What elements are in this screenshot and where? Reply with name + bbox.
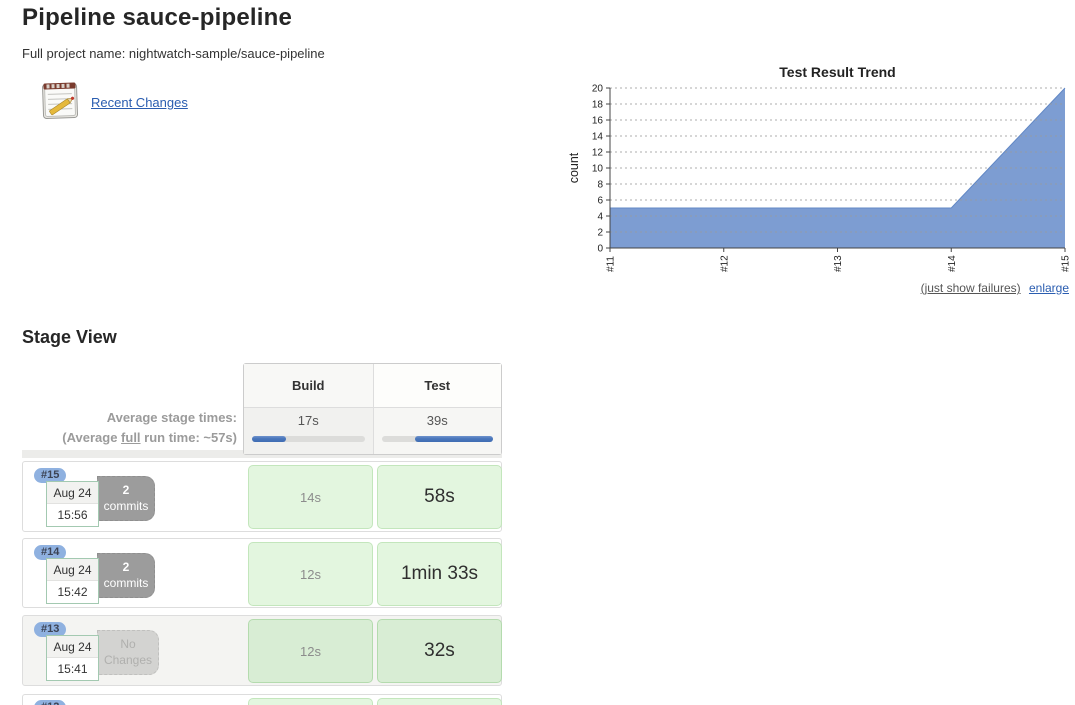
build-row-13: #13 Aug 24 15:41 No Changes 12s 32s <box>22 615 502 686</box>
svg-text:6: 6 <box>597 196 603 207</box>
build-row-12: #12 <box>22 694 502 705</box>
build-date: Aug 24 <box>47 559 98 581</box>
svg-text:#15: #15 <box>1061 255 1071 272</box>
build-time: 15:41 <box>47 658 98 680</box>
svg-text:16: 16 <box>592 116 604 127</box>
svg-text:#12: #12 <box>719 255 730 272</box>
svg-text:Test Result Trend: Test Result Trend <box>779 64 895 80</box>
stage-cell-test[interactable]: 32s <box>377 619 502 683</box>
stage-column-test: Test 39s <box>373 364 502 454</box>
average-stage-times-line1: Average stage times: <box>22 408 237 428</box>
build-time: 15:42 <box>47 581 98 603</box>
stage-column-build-label: Build <box>244 364 373 408</box>
stage-view-heading: Stage View <box>22 327 117 348</box>
enlarge-link[interactable]: enlarge <box>1029 281 1069 295</box>
average-full-run-time-line2: (Average full run time: ~57s) <box>22 428 237 448</box>
notepad-icon <box>38 79 83 126</box>
svg-text:4: 4 <box>597 212 603 223</box>
stage-header: Build 17s Test 39s <box>243 363 502 455</box>
svg-text:2: 2 <box>597 228 603 239</box>
build-average-time: 17s <box>244 413 373 428</box>
svg-text:8: 8 <box>597 180 603 191</box>
commits-box[interactable]: 2 commits <box>97 476 155 521</box>
stage-cell-build[interactable]: 14s <box>248 465 373 529</box>
svg-text:18: 18 <box>592 100 604 111</box>
just-show-failures-link[interactable]: (just show failures) <box>921 281 1021 295</box>
stage-view-table: Build 17s Test 39s Average stage times: … <box>22 363 502 705</box>
stage-cell-build[interactable]: 12s <box>248 619 373 683</box>
stage-cell-test[interactable]: 58s <box>377 465 502 529</box>
commits-box[interactable]: 2 commits <box>97 553 155 598</box>
page-title: Pipeline sauce-pipeline <box>22 4 292 32</box>
svg-text:14: 14 <box>592 132 604 143</box>
svg-text:0: 0 <box>597 244 603 255</box>
stage-column-build: Build 17s <box>244 364 373 454</box>
stage-test-average: 39s <box>374 408 502 454</box>
build-date: Aug 24 <box>47 482 98 504</box>
build-date: Aug 24 <box>47 636 98 658</box>
build-date-box[interactable]: Aug 24 15:42 <box>46 558 99 604</box>
svg-text:10: 10 <box>592 164 604 175</box>
build-row-15: #15 Aug 24 15:56 2 commits 14s 58s <box>22 461 502 532</box>
test-average-time: 39s <box>374 413 502 428</box>
stage-cell-build[interactable]: 12s <box>248 542 373 606</box>
stage-cell-build[interactable] <box>248 698 373 705</box>
stage-cell-test[interactable]: 1min 33s <box>377 542 502 606</box>
stage-column-test-label: Test <box>374 364 502 408</box>
build-number-badge[interactable]: #12 <box>34 700 66 705</box>
test-average-bar <box>382 436 494 442</box>
jenkins-pipeline-page: Pipeline sauce-pipeline Full project nam… <box>0 0 1075 705</box>
build-row-14: #14 Aug 24 15:42 2 commits 12s 1min 33s <box>22 538 502 608</box>
svg-text:#13: #13 <box>833 255 844 272</box>
svg-text:#14: #14 <box>947 255 958 272</box>
build-date-box[interactable]: Aug 24 15:41 <box>46 635 99 681</box>
recent-changes-link[interactable]: Recent Changes <box>91 95 188 110</box>
no-changes-box: No Changes <box>97 630 159 675</box>
svg-text:count: count <box>567 152 581 183</box>
stage-cell-test[interactable] <box>377 698 502 705</box>
recent-changes: Recent Changes <box>38 79 188 126</box>
svg-text:#11: #11 <box>606 256 617 272</box>
test-result-trend-chart: 0 2 4 6 8 10 12 14 16 18 20 #11 #12 #13 #14 #15 Test Res… <box>565 58 1070 280</box>
build-time: 15:56 <box>47 504 98 526</box>
build-average-bar <box>252 436 365 442</box>
full-project-name: Full project name: nightwatch-sample/sau… <box>22 46 325 61</box>
svg-text:20: 20 <box>592 84 604 95</box>
build-date-box[interactable]: Aug 24 15:56 <box>46 481 99 527</box>
svg-text:12: 12 <box>592 148 604 159</box>
stage-build-average: 17s <box>244 408 373 454</box>
average-stage-times-caption: Average stage times: (Average full run t… <box>22 408 237 448</box>
chart-links: (just show failures) enlarge <box>921 281 1069 295</box>
